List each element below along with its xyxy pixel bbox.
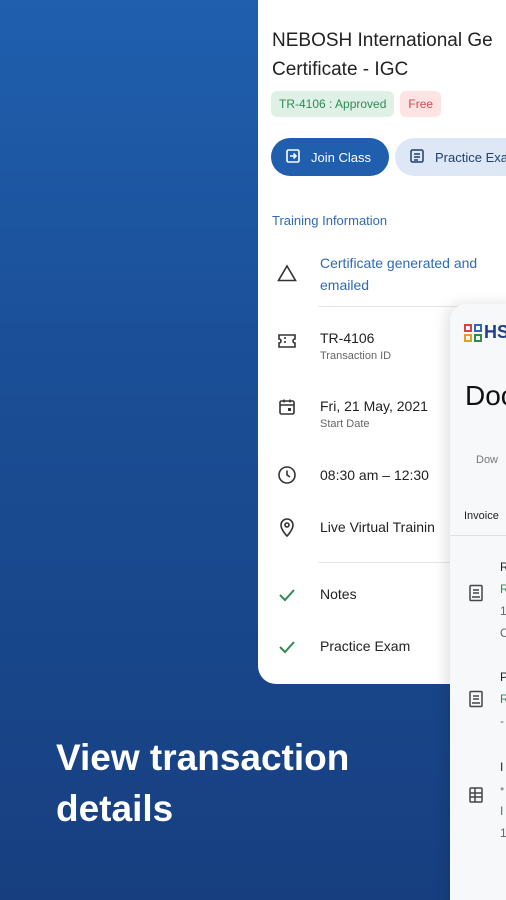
practice-exam-label: Practice Exam xyxy=(320,638,411,654)
receipt-icon xyxy=(468,690,484,708)
receipt-icon xyxy=(468,584,484,602)
badge-row: TR-4106 : Approved Free xyxy=(271,91,442,117)
documents-subtitle: Dow xyxy=(476,454,499,466)
status-badge: TR-4106 : Approved xyxy=(271,91,395,117)
join-class-label: Join Class xyxy=(311,149,371,165)
promo-caption-line-1: View transaction xyxy=(56,737,350,778)
start-date-label: Start Date xyxy=(320,418,370,430)
course-title: NEBOSH International Ge Certificate - IG… xyxy=(272,26,506,84)
document-item[interactable]: I • I 1 xyxy=(450,756,506,846)
practice-exam-button[interactable]: Practice Exa xyxy=(395,138,506,176)
certificate-status-line-2: emailed xyxy=(320,277,370,293)
document-name: R xyxy=(500,560,506,574)
join-class-button[interactable]: Join Class xyxy=(271,138,389,176)
invoice-icon xyxy=(468,786,484,804)
logo-mark xyxy=(464,323,482,342)
location-value: Live Virtual Trainin xyxy=(320,519,435,535)
document-meta: - xyxy=(500,714,504,728)
tab-divider xyxy=(450,535,506,536)
document-meta: C xyxy=(500,626,506,640)
documents-panel: HS Doc Dow Invoice R R 1 C P R - xyxy=(450,304,506,900)
check-icon xyxy=(276,636,298,658)
document-item[interactable]: R R 1 C xyxy=(450,556,506,646)
action-buttons: Join Class Practice Exa xyxy=(271,138,506,176)
document-icon xyxy=(409,148,425,167)
time-value: 08:30 am – 12:30 xyxy=(320,467,429,483)
document-meta: 1 xyxy=(500,604,506,618)
start-date-value: Fri, 21 May, 2021 xyxy=(320,398,428,414)
document-meta: • xyxy=(500,782,505,796)
notes-label: Notes xyxy=(320,586,357,602)
document-item[interactable]: P R - xyxy=(450,666,506,736)
document-name: I xyxy=(500,760,504,774)
transaction-id-label: Transaction ID xyxy=(320,350,392,362)
check-icon xyxy=(276,584,298,606)
logo-text: HS xyxy=(484,322,506,342)
document-status: R xyxy=(500,582,506,596)
certificate-status-text: Certificate generated and emailed xyxy=(320,252,477,296)
promo-caption-line-2: details xyxy=(56,788,174,829)
tab-invoice[interactable]: Invoice xyxy=(464,510,499,522)
certificate-status-line-1: Certificate generated and xyxy=(320,255,478,271)
document-status: R xyxy=(500,692,506,706)
price-badge: Free xyxy=(400,91,442,117)
company-logo: HS xyxy=(464,322,506,343)
warning-triangle-icon xyxy=(276,262,298,284)
practice-exam-label: Practice Exa xyxy=(435,149,506,165)
ticket-icon xyxy=(276,330,298,352)
document-status: I xyxy=(500,804,504,818)
login-icon xyxy=(285,148,301,167)
clock-icon xyxy=(276,464,298,486)
training-info-heading: Training Information xyxy=(272,213,388,228)
transaction-id-value: TR-4106 xyxy=(320,330,375,346)
location-pin-icon xyxy=(276,516,298,538)
calendar-icon xyxy=(276,396,298,418)
promo-caption: View transaction details xyxy=(56,732,436,834)
document-name: P xyxy=(500,670,506,684)
documents-title: Doc xyxy=(465,380,506,411)
certificate-status-row: Certificate generated and emailed xyxy=(258,252,506,300)
course-title-line-1: NEBOSH International Ge xyxy=(272,30,493,51)
document-meta: 1 xyxy=(500,826,506,840)
course-title-line-2: Certificate - IGC xyxy=(272,59,409,80)
